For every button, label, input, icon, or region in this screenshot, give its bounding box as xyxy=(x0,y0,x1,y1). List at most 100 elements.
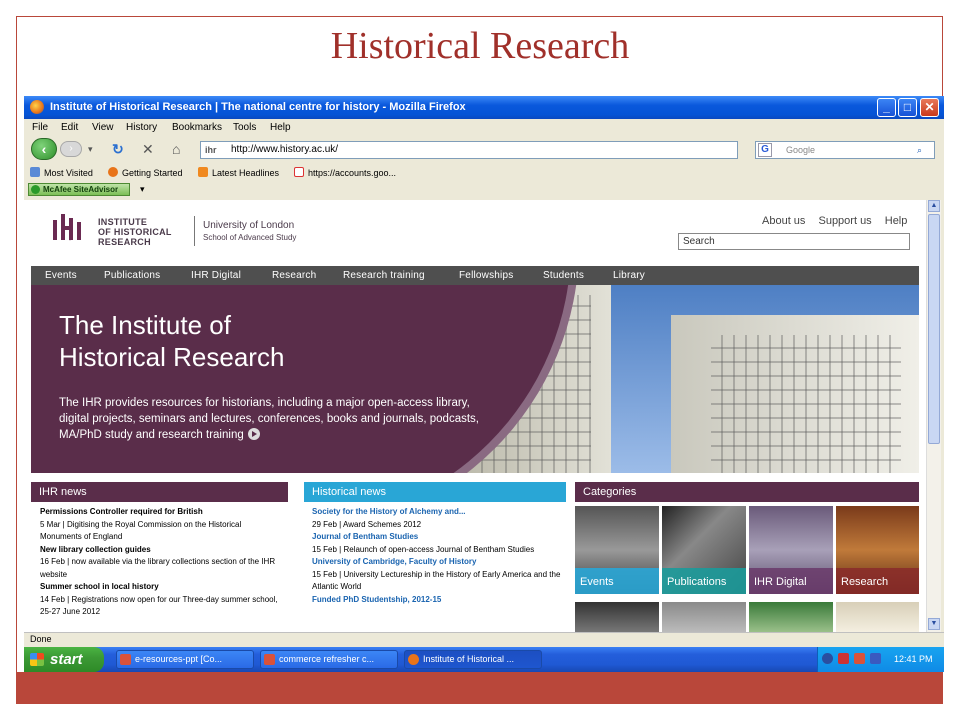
list-item: 16 Feb | now available via the library c… xyxy=(40,557,276,579)
taskbar-item-firefox[interactable]: Institute of Historical ... xyxy=(404,650,542,669)
list-item: 5 Mar | Digitising the Royal Commission … xyxy=(40,519,242,542)
menu-bookmarks[interactable]: Bookmarks xyxy=(172,122,222,133)
taskbar-item-commerce[interactable]: commerce refresher c... xyxy=(260,650,398,669)
list-item: 14 Feb | Registrations now open for our … xyxy=(40,594,278,617)
category-tile-events[interactable]: Events xyxy=(575,506,659,594)
powerpoint-icon xyxy=(264,654,275,665)
browser-screenshot: Institute of Historical Research | The n… xyxy=(24,96,944,672)
slide-title: Historical Research xyxy=(330,25,630,67)
historical-news-list: Society for the History of Alchemy and..… xyxy=(312,506,562,606)
category-tile-ihr-digital[interactable]: IHR Digital xyxy=(749,506,833,594)
menu-tools[interactable]: Tools xyxy=(233,122,256,133)
list-item: 15 Feb | Relaunch of open-access Journal… xyxy=(312,544,535,554)
forward-button[interactable]: › xyxy=(60,141,82,157)
menu-history[interactable]: History xyxy=(126,122,157,133)
vertical-scrollbar[interactable]: ▲ ▼ xyxy=(926,200,941,632)
close-button[interactable]: ✕ xyxy=(920,98,939,117)
taskbar-item-eresources[interactable]: e-resources-ppt [Co... xyxy=(116,650,254,669)
system-tray: 12:41 PM xyxy=(817,647,944,672)
ihr-logo-name[interactable]: INSTITUTE OF HISTORICAL RESEARCH xyxy=(98,217,172,247)
rss-icon xyxy=(198,167,208,177)
news-title[interactable]: Journal of Bentham Studies xyxy=(312,531,562,544)
list-item: 15 Feb | University Lectureship in the H… xyxy=(312,569,561,592)
ihr-news-list: Permissions Controller required for Brit… xyxy=(40,506,280,619)
ihr-news-heading[interactable]: IHR news xyxy=(31,482,288,502)
tray-shield-icon[interactable] xyxy=(838,653,849,664)
news-title[interactable]: Funded PhD Studentship, 2012-15 xyxy=(312,594,562,607)
menu-file[interactable]: File xyxy=(32,122,48,133)
firefox-icon xyxy=(408,654,419,665)
tray-network-icon[interactable] xyxy=(870,653,881,664)
hero-text: The IHR provides resources for historian… xyxy=(59,397,479,441)
home-icon[interactable]: ⌂ xyxy=(172,141,180,157)
school-advanced-study-label: School of Advanced Study xyxy=(203,233,297,242)
site-search-input[interactable]: Search xyxy=(678,233,910,250)
category-tile-research[interactable]: Research xyxy=(836,506,919,594)
tray-back-icon[interactable] xyxy=(822,653,833,664)
bookmark-accounts[interactable]: https://accounts.goo... xyxy=(294,167,396,178)
senate-house-wing xyxy=(671,315,919,473)
nav-publications[interactable]: Publications xyxy=(104,270,160,281)
back-button[interactable]: ‹ xyxy=(31,138,57,160)
historical-news-heading[interactable]: Historical news xyxy=(304,482,566,502)
bookmark-most-visited[interactable]: Most Visited xyxy=(30,167,93,178)
site-navigation: Events Publications IHR Digital Research… xyxy=(31,266,919,285)
nav-students[interactable]: Students xyxy=(543,270,584,281)
windows-logo-icon xyxy=(30,653,44,666)
bookmarks-toolbar: Most Visited Getting Started Latest Head… xyxy=(24,164,944,181)
firefox-icon xyxy=(30,100,44,114)
reload-icon[interactable]: ↻ xyxy=(112,141,124,158)
search-box[interactable]: G Google ⌕ xyxy=(755,141,935,159)
news-title[interactable]: Permissions Controller required for Brit… xyxy=(40,506,280,519)
search-go-icon[interactable]: ⌕ xyxy=(917,142,922,158)
list-item: 29 Feb | Award Schemes 2012 xyxy=(312,519,422,529)
link-about-us[interactable]: About us xyxy=(762,215,805,227)
powerpoint-icon xyxy=(120,654,131,665)
play-icon[interactable] xyxy=(247,428,260,440)
scroll-down-button[interactable]: ▼ xyxy=(928,618,940,630)
nav-research-training[interactable]: Research training xyxy=(343,270,425,281)
window-title-bar[interactable]: Institute of Historical Research | The n… xyxy=(24,96,944,119)
start-button[interactable]: start xyxy=(24,647,104,672)
stop-icon[interactable]: ✕ xyxy=(142,141,154,158)
google-icon[interactable]: G xyxy=(758,143,772,157)
news-title[interactable]: Society for the History of Alchemy and..… xyxy=(312,506,562,519)
bookmark-getting-started[interactable]: Getting Started xyxy=(108,167,183,178)
site-identity-icon[interactable]: ihr xyxy=(205,142,217,158)
minimize-button[interactable]: _ xyxy=(877,98,896,117)
ihr-logo: IHR xyxy=(53,214,81,242)
slide-footer-band xyxy=(16,672,943,704)
news-title[interactable]: University of Cambridge, Faculty of Hist… xyxy=(312,556,562,569)
category-tile-publications[interactable]: Publications xyxy=(662,506,746,594)
tray-security-icon[interactable] xyxy=(854,653,865,664)
nav-research[interactable]: Research xyxy=(272,270,316,281)
clock: 12:41 PM xyxy=(894,654,933,664)
mcafee-siteadvisor-button[interactable]: McAfee SiteAdvisor xyxy=(28,183,130,196)
menu-help[interactable]: Help xyxy=(270,122,291,133)
hero-title: The Institute of Historical Research xyxy=(59,310,285,372)
menu-edit[interactable]: Edit xyxy=(61,122,78,133)
scroll-up-button[interactable]: ▲ xyxy=(928,200,940,212)
link-support-us[interactable]: Support us xyxy=(818,215,871,227)
nav-library[interactable]: Library xyxy=(613,270,645,281)
maximize-button[interactable]: □ xyxy=(898,98,917,117)
menu-view[interactable]: View xyxy=(92,122,114,133)
category-tile-row2-2[interactable] xyxy=(662,602,746,632)
news-title[interactable]: New library collection guides xyxy=(40,544,280,557)
url-bar[interactable]: ihr http://www.history.ac.uk/ ☆ ▾ xyxy=(200,141,918,159)
category-tile-row2-4[interactable] xyxy=(836,602,919,632)
mcafee-dropdown-icon[interactable]: ▾ xyxy=(140,184,145,195)
window-title: Institute of Historical Research | The n… xyxy=(50,101,466,113)
history-dropdown-icon[interactable]: ▾ xyxy=(88,144,93,155)
category-tile-row2-3[interactable] xyxy=(749,602,833,632)
nav-fellowships[interactable]: Fellowships xyxy=(459,270,513,281)
university-of-london-label: University of London xyxy=(203,220,295,231)
news-title[interactable]: Summer school in local history xyxy=(40,581,280,594)
categories-heading[interactable]: Categories xyxy=(575,482,919,502)
scroll-thumb[interactable] xyxy=(928,214,940,444)
link-help[interactable]: Help xyxy=(885,215,908,227)
nav-ihr-digital[interactable]: IHR Digital xyxy=(191,270,241,281)
bookmark-latest-headlines[interactable]: Latest Headlines xyxy=(198,167,279,178)
nav-events[interactable]: Events xyxy=(45,270,77,281)
category-tile-row2-1[interactable] xyxy=(575,602,659,632)
